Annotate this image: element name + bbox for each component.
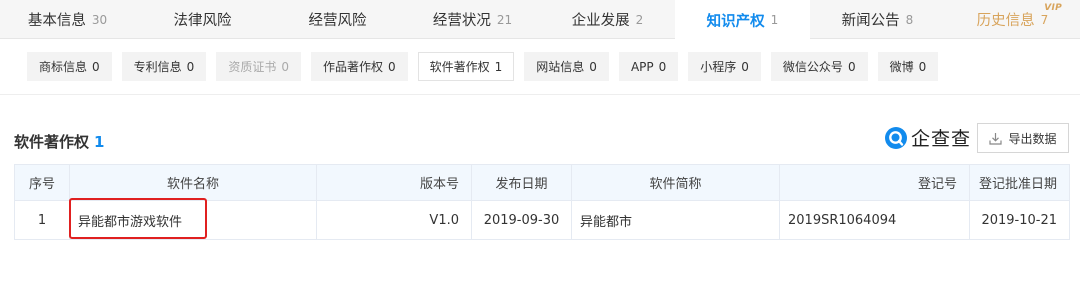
subtab-label: 微信公众号 [782,60,843,74]
tab-count: 1 [770,13,779,27]
subtab-label: 小程序 [700,60,737,74]
subtab-count: 0 [589,59,597,74]
tab-label: 法律风险 [173,13,232,29]
tab-count: 21 [496,12,513,27]
subtab-website[interactable]: 网站信息 0 [524,52,609,81]
cell-release-date: 2019-09-30 [471,200,572,240]
tab-basic-info[interactable]: 基本信息 30 [0,0,135,39]
subtab-label: APP [630,59,654,74]
col-header-approval-date: 登记批准日期 [969,164,1070,201]
qichacha-logo-icon [885,126,907,149]
tab-count: 2 [635,12,644,27]
subtab-count: 0 [918,59,927,74]
subtab-count: 0 [741,59,749,74]
subtab-label: 网站信息 [536,60,585,74]
brand-logo: 企查查 [885,124,971,151]
vip-badge: VIP [1044,3,1062,13]
section-count: 1 [94,133,105,151]
subtab-label: 资质证书 [228,60,277,74]
col-header-name: 软件名称 [69,164,317,201]
section-title: 软件著作权 1 [14,131,104,152]
highlight-annotation-box [69,198,207,239]
cell-reg-number: 2019SR1064094 [779,200,970,240]
top-tab-bar: 基本信息 30 法律风险 经营风险 经营状况 21 企业发展 2 知识产权 1 新闻公告… [0,0,1080,40]
tab-count: 8 [905,12,914,27]
tab-label: 新闻公告 [841,13,900,29]
subtab-patent[interactable]: 专利信息 0 [121,52,207,81]
cell-index: 1 [14,200,70,240]
subtab-certificate[interactable]: 资质证书 0 [216,52,301,81]
subtab-label: 微博 [889,60,914,74]
tab-label: 经营状况 [432,13,491,29]
subtab-count: 0 [186,59,195,74]
tab-count: 7 [1040,12,1049,27]
col-header-short-name: 软件简称 [571,164,780,201]
tab-news[interactable]: 新闻公告 8 [810,0,945,39]
tab-label: 知识产权 [706,13,765,30]
subtab-count: 0 [281,59,289,74]
subtab-mini-program[interactable]: 小程序 0 [688,52,761,81]
subtab-app[interactable]: APP 0 [618,52,679,81]
subtab-trademark[interactable]: 商标信息 0 [27,52,112,81]
tab-count: 30 [91,12,108,27]
col-header-reg-number: 登记号 [779,164,970,201]
section-divider [0,94,1080,95]
table-header-row: 序号 软件名称 版本号 发布日期 软件简称 登记号 登记批准日期 [14,164,1070,201]
tab-development[interactable]: 企业发展 2 [540,0,675,39]
tab-label: 经营风险 [308,13,367,29]
export-label: 导出数据 [1008,131,1057,146]
tab-label: 企业发展 [571,13,630,29]
tab-label: 基本信息 [27,13,86,29]
tab-legal-risk[interactable]: 法律风险 [135,0,270,39]
tab-business-risk[interactable]: 经营风险 [270,0,405,39]
subtab-wechat[interactable]: 微信公众号 0 [770,52,868,81]
subtab-count: 0 [387,59,396,74]
sub-tab-bar: 商标信息 0 专利信息 0 资质证书 0 作品著作权 0 软件著作权 1 网站信息 0 AP… [27,52,939,81]
subtab-label: 软件著作权 [429,60,490,74]
subtab-label: 专利信息 [133,60,182,74]
section-title-text: 软件著作权 [14,133,90,151]
subtab-label: 商标信息 [39,60,88,74]
subtab-software-copyright[interactable]: 软件著作权 1 [417,52,515,81]
tab-label: 历史信息 [976,13,1035,29]
subtab-works-copyright[interactable]: 作品著作权 0 [310,52,408,81]
subtab-weibo[interactable]: 微博 0 [877,52,939,81]
cell-version: V1.0 [316,200,472,240]
tab-business-status[interactable]: 经营状况 21 [405,0,540,39]
subtab-count: 1 [494,59,503,74]
export-button[interactable]: 导出数据 [977,123,1069,153]
cell-short-name: 异能都市 [571,200,780,240]
col-header-version: 版本号 [316,164,472,201]
subtab-label: 作品著作权 [322,60,383,74]
tab-history[interactable]: 历史信息 7 VIP [945,0,1080,39]
download-icon [989,132,1003,145]
tab-intellectual-property[interactable]: 知识产权 1 [675,0,810,40]
brand-name: 企查查 [911,128,972,150]
col-header-index: 序号 [14,164,70,201]
cell-approval-date: 2019-10-21 [969,200,1070,240]
subtab-count: 0 [92,59,100,74]
col-header-release-date: 发布日期 [471,164,572,201]
subtab-count: 0 [847,59,856,74]
subtab-count: 0 [658,59,667,74]
